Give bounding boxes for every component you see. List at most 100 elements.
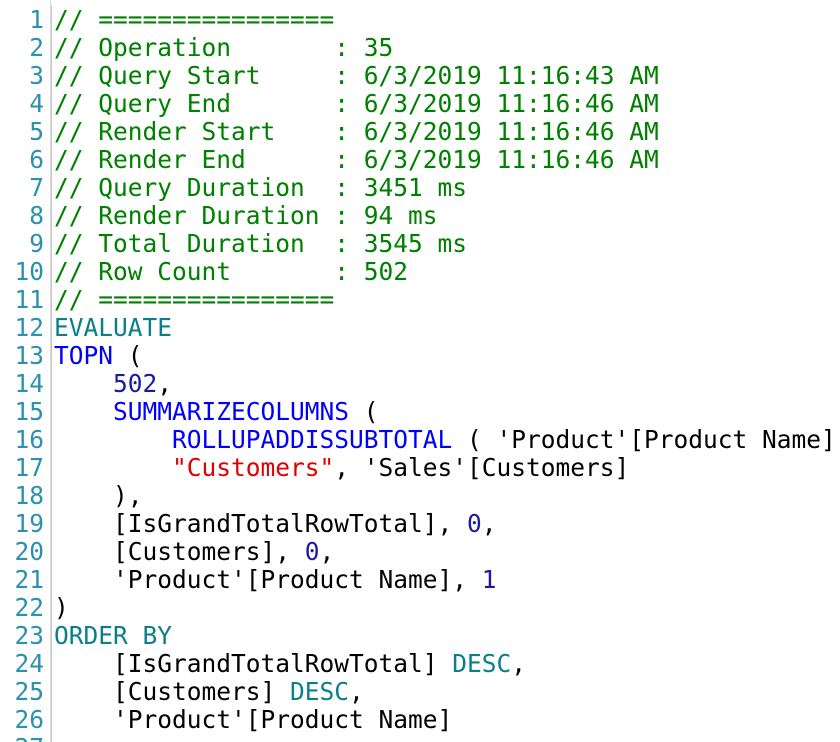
line-code: // Operation : 35: [44, 34, 393, 62]
code-token: // Row Count : 502: [54, 257, 409, 286]
code-token: 0: [467, 509, 482, 538]
line-code: [IsGrandTotalRowTotal] DESC,: [44, 650, 526, 678]
line-code: // Query Duration : 3451 ms: [44, 174, 467, 202]
code-token: "Customers": [172, 453, 335, 482]
line-code: // Total Duration : 3545 ms: [44, 230, 467, 258]
code-line[interactable]: 7 // Query Duration : 3451 ms: [0, 174, 467, 202]
code-line[interactable]: 18 ),: [0, 482, 143, 510]
code-token: , 'Sales'[Customers]: [334, 453, 630, 482]
code-token: ,: [157, 369, 173, 398]
code-token: ,: [511, 649, 527, 678]
code-line[interactable]: 14 502,: [0, 370, 172, 398]
code-line[interactable]: 25 [Customers] DESC,: [0, 677, 364, 706]
code-line[interactable]: 1 // ================: [0, 6, 334, 34]
code-token: 0: [304, 537, 320, 566]
line-number: 10: [14, 257, 44, 286]
code-token: 1: [481, 565, 497, 594]
code-line[interactable]: 13 TOPN (: [0, 341, 143, 370]
code-line[interactable]: 19 [IsGrandTotalRowTotal], 0,: [0, 509, 497, 538]
code-token: [IsGrandTotalRowTotal],: [54, 509, 468, 538]
code-line[interactable]: 3 // Query Start : 6/3/2019 11:16:43 AM: [0, 62, 659, 90]
line-number: 12: [14, 313, 44, 342]
code-line[interactable]: 8 // Render Duration : 94 ms: [0, 201, 437, 230]
code-line[interactable]: 10 // Row Count : 502: [0, 258, 408, 286]
code-line[interactable]: 21 'Product'[Product Name], 1: [0, 565, 497, 594]
line-number: 11: [14, 285, 44, 314]
line-code: ): [44, 594, 69, 622]
code-token: [IsGrandTotalRowTotal]: [54, 649, 453, 678]
code-token: // Query Duration : 3451 ms: [54, 173, 468, 202]
line-number: 9: [29, 229, 44, 258]
line-code: TOPN (: [44, 342, 143, 370]
code-token: // ================: [54, 285, 335, 314]
code-token: (: [349, 397, 379, 426]
line-code: [Customers], 0,: [44, 538, 334, 566]
code-token: ( 'Product'[Product Name], "IsGrandTotal…: [467, 425, 840, 454]
code-token: // Operation : 35: [54, 33, 394, 62]
code-token: // Render Start : 6/3/2019 11:16:46 AM: [54, 117, 659, 146]
code-token: // Render End : 6/3/2019 11:16:46 AM: [54, 145, 659, 174]
code-line[interactable]: 20 [Customers], 0,: [0, 538, 334, 566]
line-number: 17: [14, 453, 44, 482]
code-line[interactable]: 17 "Customers", 'Sales'[Customers]: [0, 454, 629, 482]
code-line[interactable]: 5 // Render Start : 6/3/2019 11:16:46 AM: [0, 118, 659, 146]
code-token: 'Product'[Product Name]: [54, 705, 453, 734]
line-number: 15: [14, 397, 44, 426]
line-number: 25: [14, 677, 44, 706]
code-token: DESC: [452, 649, 512, 678]
code-token: ,: [481, 509, 497, 538]
code-token: ,: [319, 537, 335, 566]
line-number: 21: [14, 565, 44, 594]
line-code: EVALUATE: [44, 314, 172, 342]
code-line[interactable]: 4 // Query End : 6/3/2019 11:16:46 AM: [0, 90, 659, 118]
code-token: ): [54, 593, 69, 622]
line-number: 7: [29, 173, 44, 202]
code-token: SUMMARIZECOLUMNS: [113, 397, 350, 426]
line-number: 23: [14, 621, 44, 650]
line-number: 4: [29, 89, 44, 118]
line-number: 20: [14, 537, 44, 566]
line-number: 3: [29, 61, 44, 90]
line-code: ORDER BY: [44, 622, 172, 650]
line-number: 5: [29, 117, 44, 146]
line-code: // ================: [44, 286, 334, 314]
line-number: 26: [14, 705, 44, 734]
code-line[interactable]: 9 // Total Duration : 3545 ms: [0, 230, 467, 258]
line-number: 14: [14, 369, 44, 398]
code-line[interactable]: 26 'Product'[Product Name]: [0, 706, 452, 734]
line-number: 13: [14, 341, 44, 370]
line-code: ),: [44, 482, 143, 510]
line-code: SUMMARIZECOLUMNS (: [44, 398, 379, 426]
line-code: [Customers] DESC,: [44, 678, 364, 706]
code-token: DESC: [290, 677, 350, 706]
code-line[interactable]: 2 // Operation : 35: [0, 34, 393, 62]
code-line[interactable]: 16 ROLLUPADDISSUBTOTAL ( 'Product'[Produ…: [0, 426, 840, 454]
code-line[interactable]: 11 // ================: [0, 286, 334, 314]
line-number: 24: [14, 649, 44, 678]
code-line[interactable]: 22): [0, 594, 69, 622]
code-token: // Query End : 6/3/2019 11:16:46 AM: [54, 89, 659, 118]
code-token: // Total Duration : 3545 ms: [54, 229, 468, 258]
code-token: 'Product'[Product Name],: [54, 565, 482, 594]
line-number: 8: [29, 201, 44, 230]
line-code: 502,: [44, 370, 172, 398]
code-line[interactable]: 15 SUMMARIZECOLUMNS (: [0, 397, 379, 426]
code-token: // Query Start : 6/3/2019 11:16:43 AM: [54, 61, 659, 90]
code-token: ),: [54, 481, 143, 510]
code-token: // ================: [54, 5, 335, 34]
line-code: ROLLUPADDISSUBTOTAL ( 'Product'[Product …: [44, 426, 840, 454]
line-number: 16: [14, 425, 44, 454]
code-editor[interactable]: 1 // ================ 2 // Operation : 35 3 /…: [0, 0, 840, 742]
line-number: 2: [29, 33, 44, 62]
code-line[interactable]: 6 // Render End : 6/3/2019 11:16:46 AM: [0, 146, 659, 174]
line-code: // ================: [44, 6, 334, 34]
code-line[interactable]: 12 EVALUATE: [0, 314, 172, 342]
code-token: ORDER BY: [54, 621, 173, 650]
code-line[interactable]: 27: [0, 734, 54, 742]
code-line[interactable]: 23 ORDER BY: [0, 622, 172, 650]
code-token: EVALUATE: [54, 313, 173, 342]
code-line[interactable]: 24 [IsGrandTotalRowTotal] DESC,: [0, 650, 526, 678]
